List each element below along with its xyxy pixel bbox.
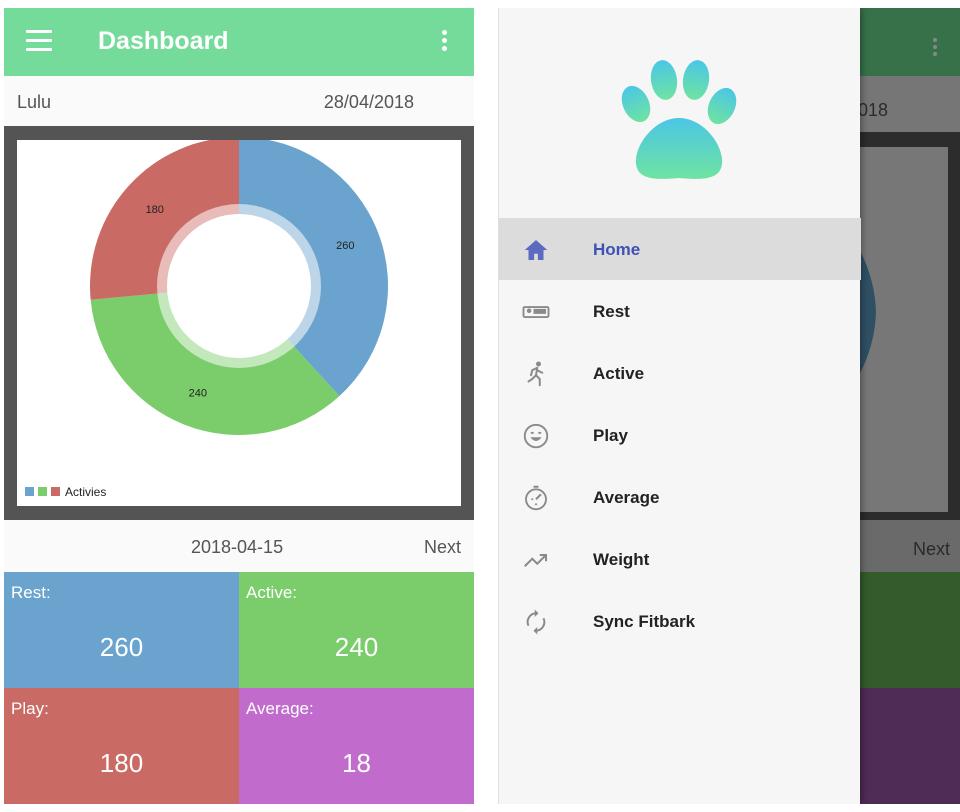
legend-swatch-rest xyxy=(25,487,34,496)
timer-icon xyxy=(525,485,547,511)
tile-value: 180 xyxy=(99,748,144,778)
activity-donut-chart: 260 240 180 Activies xyxy=(25,137,388,499)
drawer-item-label: Average xyxy=(593,488,660,507)
tile-value: 240 xyxy=(334,632,379,662)
drawer-item-label: Sync Fitbark xyxy=(593,612,696,631)
chart-card: 260 240 180 Activies xyxy=(17,137,461,506)
paw-logo-icon xyxy=(621,60,737,179)
more-options-icon[interactable] xyxy=(440,30,448,54)
drawer-item-label: Home xyxy=(593,240,641,259)
more-options-icon xyxy=(932,38,938,60)
trending-up-icon xyxy=(524,554,547,567)
tile-label: Play: xyxy=(11,699,49,718)
legend-swatch-play xyxy=(51,487,60,496)
tile-value: 260 xyxy=(99,632,144,662)
run-icon xyxy=(527,361,544,387)
drawer-item-label: Play xyxy=(593,426,628,445)
current-date: 28/04/2018 xyxy=(323,92,414,112)
drawer-item-rest[interactable]: Rest xyxy=(499,280,861,342)
pet-info-row: Lulu 28/04/2018 xyxy=(4,76,474,126)
smile-icon xyxy=(523,423,549,449)
tile-label: Rest: xyxy=(11,583,51,602)
sync-icon xyxy=(526,609,546,635)
drawer-item-label: Weight xyxy=(593,550,650,569)
menu-icon[interactable] xyxy=(26,30,52,52)
chart-hole xyxy=(167,214,311,358)
drawer-item-label: Active xyxy=(593,364,645,383)
slice-value-label: 180 xyxy=(146,204,164,216)
tile-label: Active: xyxy=(246,583,298,602)
slice-value-label: 260 xyxy=(336,240,354,252)
average-tile[interactable]: Average: 18 xyxy=(239,688,474,804)
dimmed-chart-card xyxy=(858,147,948,512)
drawer-item-average[interactable]: Average xyxy=(499,466,861,528)
play-tile[interactable]: Play: 180 xyxy=(4,688,239,804)
bed-icon xyxy=(522,306,550,318)
drawer-item-play[interactable]: Play xyxy=(499,404,861,466)
dimmed-next-label: Next xyxy=(912,539,950,559)
app-bar: Dashboard xyxy=(4,8,474,76)
drawer-item-sync-fitbark[interactable]: Sync Fitbark xyxy=(499,590,861,652)
drawer-item-label: Rest xyxy=(593,302,630,321)
legend-swatch-active xyxy=(38,487,47,496)
app-title: Dashboard xyxy=(98,27,229,55)
home-icon xyxy=(524,240,548,260)
tile-value: 18 xyxy=(342,748,371,778)
drawer-item-active[interactable]: Active xyxy=(499,342,861,404)
drawer-screen: /2018 Next Home Rest Active Play Average… xyxy=(498,8,960,804)
range-date: 2018-04-15 xyxy=(191,537,284,557)
rest-tile[interactable]: Rest: 260 xyxy=(4,572,239,688)
date-nav-row: 2018-04-15 Next xyxy=(4,520,474,572)
dashboard-screen: Dashboard Lulu 28/04/2018 260 240 180 Acti… xyxy=(4,8,474,804)
active-tile[interactable]: Active: 240 xyxy=(239,572,474,688)
navigation-drawer: Home Rest Active Play Average Weight Syn… xyxy=(498,8,861,804)
dimmed-chart-edge xyxy=(858,247,876,377)
drawer-item-home[interactable]: Home xyxy=(499,218,861,280)
legend-label: Activies xyxy=(65,485,106,499)
chart-frame: 260 240 180 Activies xyxy=(4,126,474,520)
pet-name: Lulu xyxy=(17,92,52,112)
drawer-item-weight[interactable]: Weight xyxy=(499,528,861,590)
next-button[interactable]: Next xyxy=(424,537,461,558)
slice-value-label: 240 xyxy=(189,387,207,399)
tile-label: Average: xyxy=(246,699,314,718)
